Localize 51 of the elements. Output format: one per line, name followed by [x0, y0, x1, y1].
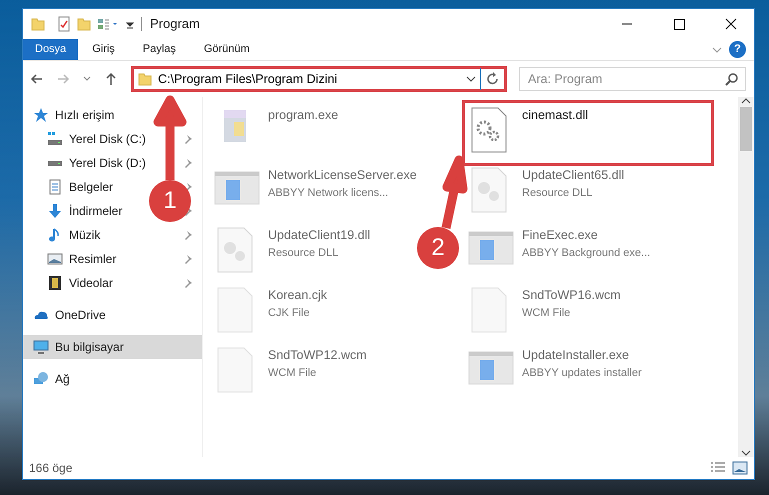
document-icon — [47, 179, 63, 195]
scroll-thumb[interactable] — [740, 107, 752, 151]
file-item[interactable]: SndToWP16.wcm WCM File — [465, 283, 624, 343]
file-item[interactable]: cinemast.dll — [465, 103, 711, 163]
network-icon — [33, 371, 49, 387]
file-item[interactable]: FineExec.exe ABBYY Background exe... — [465, 223, 654, 283]
sidebar-item[interactable]: Yerel Disk (D:) — [23, 151, 202, 175]
download-arrow-icon — [47, 203, 63, 219]
drive-icon — [47, 160, 63, 166]
scrollbar[interactable] — [738, 97, 754, 457]
view-icon[interactable] — [97, 16, 119, 32]
file-item[interactable]: UpdateInstaller.exe ABBYY updates installer — [465, 343, 645, 403]
drive-icon — [47, 131, 63, 147]
sidebar-item[interactable]: Hızlı erişim — [23, 103, 202, 127]
sidebar-item[interactable]: OneDrive — [23, 303, 202, 327]
monitor-icon — [33, 339, 49, 355]
file-item[interactable]: Korean.cjk CJK File — [211, 283, 330, 343]
window-title: Program — [150, 15, 200, 34]
scroll-down-icon[interactable] — [741, 449, 751, 457]
file-item[interactable]: UpdateClient65.dll Resource DLL — [465, 163, 628, 223]
sidebar-item[interactable]: Resimler — [23, 247, 202, 271]
ribbon-tab[interactable]: Giriş — [78, 39, 129, 60]
file-item[interactable]: NetworkLicenseServer.exe ABBYY Network licens... — [211, 163, 420, 223]
sidebar-item[interactable]: Ağ — [23, 367, 202, 391]
properties-icon[interactable] — [57, 16, 71, 32]
sidebar-item[interactable]: Videolar — [23, 271, 202, 295]
scroll-up-icon[interactable] — [741, 97, 751, 105]
item-count: 166 öge — [29, 460, 72, 477]
address-bar[interactable]: C:\Program Files\Program Dizini — [131, 66, 507, 92]
file-item[interactable]: SndToWP12.wcm WCM File — [211, 343, 370, 403]
ribbon-tab[interactable]: Görünüm — [190, 39, 264, 60]
film-icon — [47, 275, 63, 291]
picture-icon — [47, 251, 63, 267]
dropdown-caret-icon[interactable] — [466, 75, 476, 83]
sidebar-item[interactable]: Yerel Disk (C:) — [23, 127, 202, 151]
large-icons-view-icon[interactable] — [732, 461, 748, 475]
help-button[interactable]: ? — [729, 41, 746, 58]
search-icon[interactable] — [725, 72, 739, 86]
folder-icon — [138, 71, 152, 87]
star-icon — [33, 107, 49, 123]
folder-icon — [31, 16, 45, 32]
sidebar-item[interactable]: Bu bilgisayar — [23, 335, 202, 359]
search-box[interactable]: Ara: Program — [519, 67, 746, 91]
address-field[interactable]: C:\Program Files\Program Dizini — [156, 68, 462, 90]
file-item[interactable]: program.exe — [211, 103, 342, 163]
close-icon[interactable] — [724, 18, 738, 30]
file-item[interactable]: UpdateClient19.dll Resource DLL — [211, 223, 374, 283]
maximize-icon[interactable] — [672, 18, 686, 30]
ribbon-tab[interactable]: Dosya — [23, 39, 78, 60]
sidebar-item[interactable]: Müzik — [23, 223, 202, 247]
ribbon-tab[interactable]: Paylaş — [128, 39, 190, 60]
